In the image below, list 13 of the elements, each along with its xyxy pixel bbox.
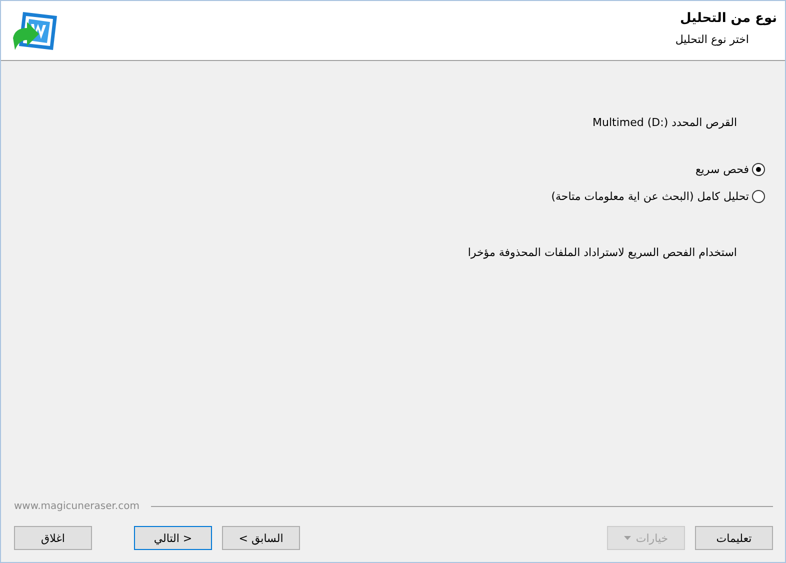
page-subtitle: اختر نوع التحليل bbox=[675, 33, 749, 46]
dialog-button[interactable]: تعليمات bbox=[695, 526, 773, 550]
scan-option[interactable]: فحص سريع bbox=[695, 163, 765, 176]
caret-icon bbox=[624, 536, 631, 540]
description-text: استخدام الفحص السريع لاستراداد الملفات المحذوفة مؤخرا bbox=[468, 246, 737, 259]
dialog-button[interactable]: التالي > bbox=[134, 526, 212, 550]
radio-button[interactable] bbox=[752, 163, 765, 176]
dialog-button[interactable]: اغلاق bbox=[14, 526, 92, 550]
selected-disk-label: القرص المحدد Multimed (D:) bbox=[592, 116, 737, 129]
page-title: نوع من التحليل bbox=[680, 11, 777, 26]
dialog-button[interactable]: < السابق bbox=[222, 526, 300, 550]
option-label: فحص سريع bbox=[695, 163, 749, 176]
radio-button[interactable] bbox=[752, 190, 765, 203]
